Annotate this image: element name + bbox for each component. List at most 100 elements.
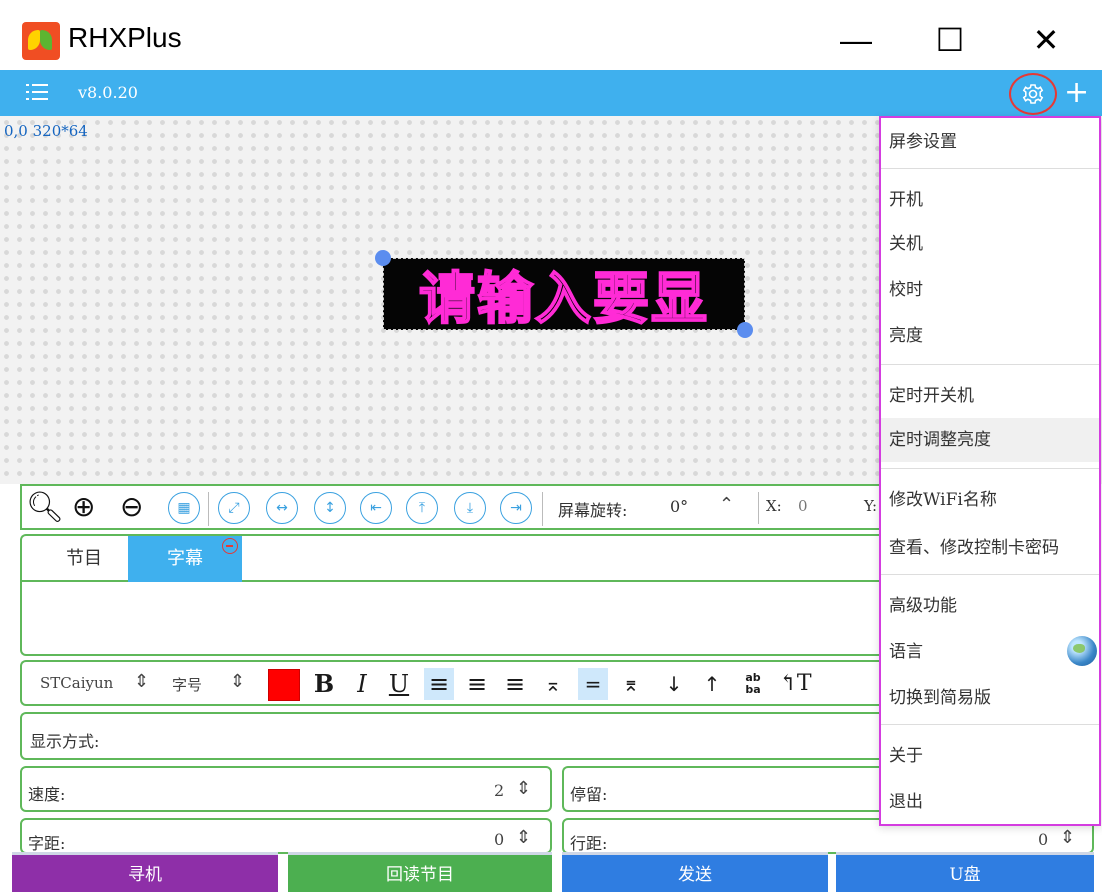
char-spacing-label: 字距: [28,834,66,853]
stretch-horizontal-icon[interactable]: ↔ [266,492,298,524]
word-wrap-icon[interactable]: ab ba [736,668,770,700]
menu-item-scheduled-brightness[interactable]: 定时调整亮度 [881,418,1099,462]
menu-item-brightness[interactable]: 亮度 [881,314,1099,358]
text-direction-icon[interactable]: ↰T [778,668,812,700]
app-logo [22,22,60,60]
char-spacing-stepper-icon[interactable]: ⇕ [516,827,531,848]
align-left-icon[interactable]: ≡ [424,668,454,700]
menu-item-wifi-name[interactable]: 修改WiFi名称 [881,478,1099,522]
arrow-down-icon[interactable]: ↓ [662,668,686,700]
menu-item-screen-params[interactable]: 屏参设置 [881,120,1099,164]
search-device-button[interactable]: 寻机 [12,852,278,892]
menu-item-about[interactable]: 关于 [881,734,1099,778]
tab-program[interactable]: 节目 [40,536,128,582]
edit-toolbar: 🔍︎ ⊕ ⊖ ▦ ⤢ ↔ ↕ ⇤ ⤒ ⤓ ⇥ 屏幕旋转: 0° ⌃ X: 0 Y… [20,484,880,530]
speed-value[interactable]: 2 [494,781,504,800]
top-toolbar: v8.0.20 [0,70,1102,116]
valign-middle-icon[interactable]: = [578,668,608,700]
menu-item-advanced[interactable]: 高级功能 [881,584,1099,628]
menu-divider [881,574,1099,575]
zoom-in-icon[interactable]: ⊕ [72,490,95,523]
version-label: v8.0.20 [78,83,138,102]
align-bottom-edge-icon[interactable]: ⤓ [454,492,486,524]
resize-handle-top-left[interactable] [375,250,391,266]
stay-field[interactable]: 停留: [562,766,892,812]
display-mode-row[interactable]: 显示方式: [20,712,880,760]
settings-button[interactable] [1009,73,1057,115]
read-back-button[interactable]: 回读节目 [288,852,552,892]
align-center-icon[interactable]: ≡ [462,668,492,700]
stay-label: 停留: [570,785,608,804]
maximize-button[interactable]: ☐ [925,20,975,60]
search-icon[interactable]: 🔍︎ [26,490,64,525]
align-right-icon[interactable]: ≡ [500,668,530,700]
align-left-edge-icon[interactable]: ⇤ [360,492,392,524]
display-mode-label: 显示方式: [30,732,100,751]
grid-icon[interactable]: ▦ [168,492,200,524]
font-select[interactable]: STCaiyun [40,674,113,692]
char-spacing-field[interactable]: 字距: 0 ⇕ [20,818,552,854]
menu-divider [881,724,1099,725]
stretch-vertical-icon[interactable]: ↕ [314,492,346,524]
preview-text: 请输入要显 [418,266,709,333]
line-spacing-stepper-icon[interactable]: ⇕ [1060,827,1075,848]
arrow-up-icon[interactable]: ↑ [700,668,724,700]
tab-panel: 节目 字幕 [20,534,882,656]
title-bar: RHXPlus — ☐ ✕ [0,0,1102,70]
menu-item-simple-mode[interactable]: 切换到简易版 [881,676,1099,720]
speed-field[interactable]: 速度: 2 ⇕ [20,766,552,812]
menu-divider [881,468,1099,469]
settings-menu: 屏参设置 开机 关机 校时 亮度 定时开关机 定时调整亮度 修改WiFi名称 查… [879,116,1101,826]
led-preview[interactable]: 请输入要显 [383,258,745,333]
send-button[interactable]: 发送 [562,852,828,892]
x-label: X: [766,497,782,515]
add-button[interactable]: + [1064,76,1089,110]
canvas-coords: 0,0 320*64 [4,122,88,140]
remove-tab-icon[interactable] [222,538,238,554]
char-spacing-value[interactable]: 0 [494,830,504,849]
line-spacing-value[interactable]: 0 [1038,830,1048,849]
minimize-button[interactable]: — [831,20,881,60]
toolbar-divider [542,492,543,526]
window-title: RHXPlus [68,22,182,53]
list-icon[interactable] [26,84,48,102]
valign-top-icon[interactable]: ⌅ [538,668,568,700]
language-label: 语言 [889,642,923,662]
rotate-label: 屏幕旋转: [558,501,628,520]
speed-stepper-icon[interactable]: ⇕ [516,778,531,799]
menu-item-scheduled-power[interactable]: 定时开关机 [881,374,1099,418]
resize-handle-bottom-right[interactable] [737,322,753,338]
rotate-stepper-icon[interactable]: ⌃ [719,494,734,515]
menu-item-exit[interactable]: 退出 [881,780,1099,824]
underline-button[interactable]: U [386,668,412,700]
menu-divider [881,168,1099,169]
menu-item-card-password[interactable]: 查看、修改控制卡密码 [881,526,1099,570]
speed-label: 速度: [28,785,66,804]
globe-icon [1067,636,1097,666]
menu-item-time-sync[interactable]: 校时 [881,268,1099,312]
rotate-value[interactable]: 0° [670,497,688,516]
menu-item-language[interactable]: 语言 [881,630,1099,674]
toolbar-divider [208,492,209,526]
font-stepper-icon[interactable]: ⇕ [134,671,149,692]
menu-divider [881,364,1099,365]
bold-button[interactable]: B [310,668,338,700]
align-top-edge-icon[interactable]: ⤒ [406,492,438,524]
font-size-stepper-icon[interactable]: ⇕ [230,671,245,692]
font-size-select[interactable]: 字号 [172,674,202,695]
x-input[interactable]: 0 [798,497,808,515]
close-button[interactable]: ✕ [1021,20,1071,60]
tab-row: 节目 字幕 [22,536,882,582]
italic-button[interactable]: I [350,668,374,700]
align-right-edge-icon[interactable]: ⇥ [500,492,532,524]
fit-screen-icon[interactable]: ⤢ [218,492,250,524]
menu-item-power-off[interactable]: 关机 [881,222,1099,266]
y-label: Y: [864,497,878,515]
line-spacing-label: 行距: [570,834,608,853]
usb-drive-button[interactable]: U盘 [836,852,1094,892]
valign-bottom-icon[interactable]: ⌆ [616,668,646,700]
menu-item-power-on[interactable]: 开机 [881,178,1099,222]
text-color-picker[interactable] [268,669,300,701]
gear-icon [1022,84,1044,104]
zoom-out-icon[interactable]: ⊖ [120,490,143,523]
